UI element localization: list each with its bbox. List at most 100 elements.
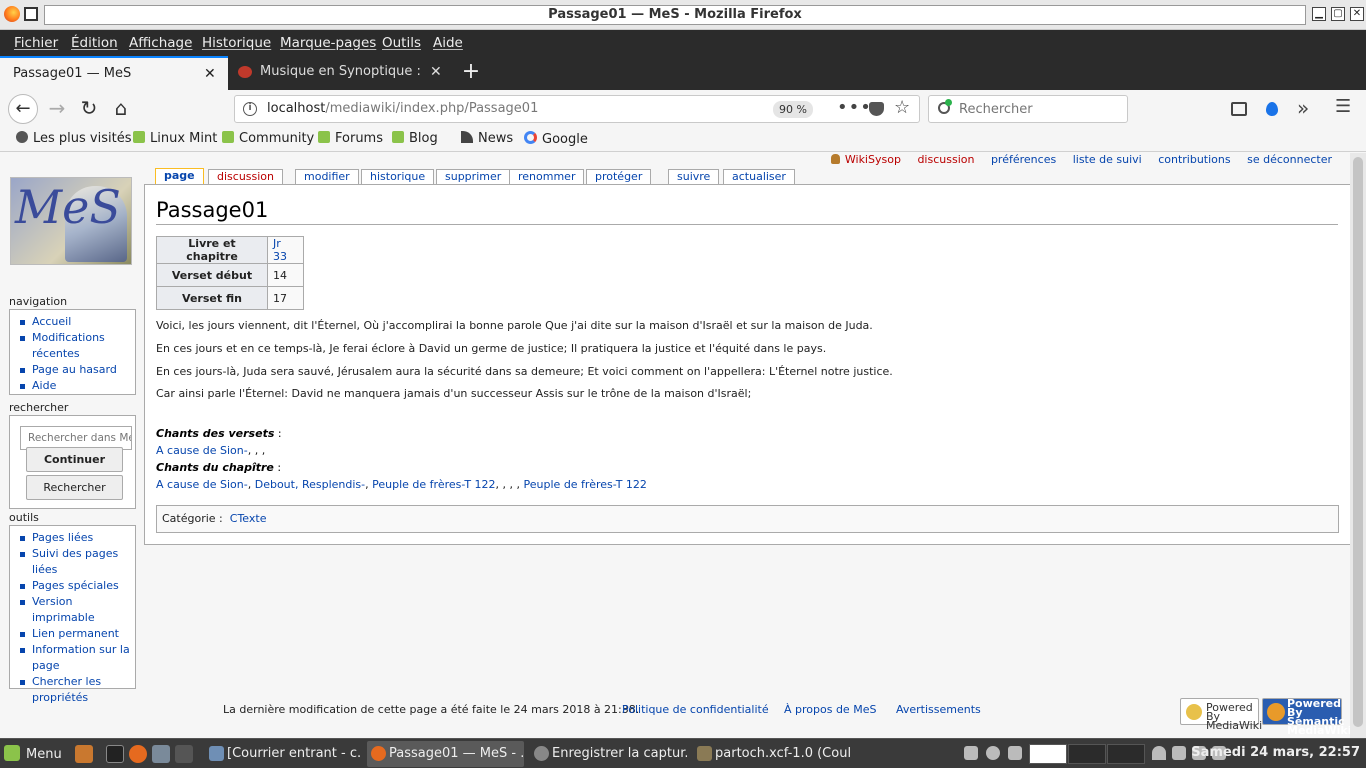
overflow-icon[interactable]: » bbox=[1297, 96, 1309, 120]
wifi-icon[interactable] bbox=[1152, 746, 1166, 760]
bookmark-news[interactable]: News bbox=[461, 131, 513, 146]
close-tab-icon[interactable]: ✕ bbox=[204, 66, 216, 82]
menu-fichier[interactable]: Fichier bbox=[14, 35, 58, 51]
firefox-icon[interactable] bbox=[4, 6, 20, 22]
workspace-2[interactable] bbox=[1068, 744, 1106, 764]
extension-drop-icon[interactable] bbox=[1266, 102, 1278, 116]
bookmark-star-icon[interactable]: ☆ bbox=[894, 97, 910, 118]
task-firefox[interactable]: Passage01 — MeS - ... bbox=[367, 741, 524, 767]
firefox-launcher-icon[interactable] bbox=[129, 745, 147, 763]
nav-modifications[interactable]: Modifications bbox=[18, 330, 131, 346]
tool-pages-liees[interactable]: Pages liées bbox=[18, 530, 131, 546]
rechercher-button[interactable]: Rechercher bbox=[26, 475, 123, 500]
disclaimer-link[interactable]: Avertissements bbox=[896, 703, 981, 716]
tab-supprimer[interactable]: supprimer bbox=[436, 169, 511, 185]
scrollbar-thumb[interactable] bbox=[1353, 157, 1363, 727]
menu-affichage[interactable]: Affichage bbox=[129, 35, 192, 51]
volume-icon[interactable] bbox=[1172, 746, 1186, 760]
files-launcher-icon[interactable] bbox=[75, 745, 93, 763]
chant-link[interactable]: A cause de Sion- bbox=[156, 478, 248, 491]
nav-page-hasard[interactable]: Page au hasard bbox=[18, 362, 131, 378]
tab-musique[interactable]: Musique en Synoptique : une ✕ bbox=[230, 56, 452, 90]
forward-button[interactable]: → bbox=[42, 94, 72, 124]
user-discussion-link[interactable]: discussion bbox=[917, 153, 974, 166]
hamburger-menu-icon[interactable]: ☰ bbox=[1335, 96, 1351, 117]
sidebar-toggle-icon[interactable] bbox=[1231, 102, 1247, 116]
bookmark-forums[interactable]: Forums bbox=[318, 131, 383, 146]
tab-discussion[interactable]: discussion bbox=[208, 169, 284, 185]
clock[interactable]: Samedi 24 mars, 22:57 bbox=[1191, 745, 1360, 760]
tool-information[interactable]: Information sur la bbox=[18, 642, 131, 658]
close-tab-icon[interactable]: ✕ bbox=[430, 64, 442, 80]
menu-aide[interactable]: Aide bbox=[433, 35, 463, 51]
task-courrier[interactable]: [Courrier entrant - c... bbox=[205, 741, 362, 767]
tab-proteger[interactable]: protéger bbox=[586, 169, 652, 185]
zoom-indicator[interactable]: 90 % bbox=[773, 101, 813, 118]
tray-update-icon[interactable] bbox=[986, 746, 1000, 760]
tab-suivre[interactable]: suivre bbox=[668, 169, 720, 185]
minimize-icon[interactable]: ▁ bbox=[1312, 7, 1326, 21]
chant-link[interactable]: Peuple de frères-T 122 bbox=[524, 478, 647, 491]
task-gimp[interactable]: partoch.xcf-1.0 (Coul... bbox=[693, 741, 850, 767]
preferences-link[interactable]: préférences bbox=[991, 153, 1056, 166]
search-input[interactable] bbox=[959, 100, 1119, 118]
powered-by-smw-badge[interactable]: Powered By Semantic MediaWiki bbox=[1262, 698, 1351, 736]
window-menu-icon[interactable] bbox=[24, 7, 38, 21]
bookmark-blog[interactable]: Blog bbox=[392, 131, 438, 146]
nav-aide[interactable]: Aide bbox=[18, 378, 131, 394]
url-text[interactable]: localhost/mediawiki/index.php/Passage01 bbox=[267, 101, 538, 116]
start-menu-button[interactable]: Menu bbox=[4, 745, 62, 762]
tab-page[interactable]: page bbox=[155, 168, 204, 185]
tab-renommer[interactable]: renommer bbox=[509, 169, 585, 185]
tray-trash-icon[interactable] bbox=[1008, 746, 1022, 760]
category-label[interactable]: Catégorie : bbox=[162, 512, 223, 525]
powered-by-mediawiki-badge[interactable]: Powered By MediaWiki bbox=[1180, 698, 1262, 731]
menu-historique[interactable]: Historique bbox=[202, 35, 271, 51]
bookmark-most-visited[interactable]: Les plus visités bbox=[16, 131, 131, 146]
tab-historique[interactable]: historique bbox=[361, 169, 435, 185]
menu-edition[interactable]: Édition bbox=[71, 35, 118, 51]
nav-accueil[interactable]: Accueil bbox=[18, 314, 131, 330]
privacy-link[interactable]: Politique de confidentialité bbox=[622, 703, 769, 716]
continuer-button[interactable]: Continuer bbox=[26, 447, 123, 472]
tool-information-cont[interactable]: page bbox=[18, 658, 131, 674]
screenshot-launcher-icon[interactable] bbox=[152, 745, 170, 763]
menu-marque-pages[interactable]: Marque-pages bbox=[280, 35, 376, 51]
chant-link[interactable]: A cause de Sion- bbox=[156, 444, 248, 457]
tab-modifier[interactable]: modifier bbox=[295, 169, 359, 185]
task-screenshot[interactable]: Enregistrer la captur... bbox=[530, 741, 687, 767]
chant-link[interactable]: Peuple de frères-T 122 bbox=[372, 478, 495, 491]
bookmark-community[interactable]: Community bbox=[222, 131, 314, 146]
tab-passage01[interactable]: Passage01 — MeS ✕ bbox=[0, 56, 228, 90]
tool-suivi[interactable]: Suivi des pages bbox=[18, 546, 131, 562]
maximize-icon[interactable]: ▢ bbox=[1331, 7, 1345, 21]
bookmark-google[interactable]: Google bbox=[524, 131, 588, 147]
back-button[interactable]: ← bbox=[8, 94, 38, 124]
home-button[interactable]: ⌂ bbox=[106, 94, 136, 124]
tool-lien-permanent[interactable]: Lien permanent bbox=[18, 626, 131, 642]
show-desktop-icon[interactable] bbox=[175, 745, 193, 763]
chant-link[interactable]: Debout, Resplendis- bbox=[255, 478, 365, 491]
page-actions-icon[interactable]: ••• bbox=[837, 97, 872, 118]
menu-outils[interactable]: Outils bbox=[382, 35, 421, 51]
tray-app-icon[interactable] bbox=[964, 746, 978, 760]
category-link[interactable]: CTexte bbox=[230, 512, 267, 525]
watchlist-link[interactable]: liste de suivi bbox=[1073, 153, 1142, 166]
workspace-3[interactable] bbox=[1107, 744, 1145, 764]
user-link[interactable]: WikiSysop bbox=[831, 153, 901, 166]
tool-suivi-cont[interactable]: liées bbox=[18, 562, 131, 578]
contributions-link[interactable]: contributions bbox=[1158, 153, 1230, 166]
pocket-icon[interactable] bbox=[869, 102, 884, 116]
nav-modifications-cont[interactable]: récentes bbox=[18, 346, 131, 362]
about-link[interactable]: À propos de MeS bbox=[784, 703, 876, 716]
terminal-launcher-icon[interactable] bbox=[106, 745, 124, 763]
tool-version-imprimable[interactable]: Version imprimable bbox=[18, 594, 131, 626]
logout-link[interactable]: se déconnecter bbox=[1247, 153, 1332, 166]
site-info-icon[interactable]: i bbox=[243, 102, 257, 116]
workspace-1[interactable] bbox=[1029, 744, 1067, 764]
tool-chercher-proprietes[interactable]: Chercher les bbox=[18, 674, 131, 690]
url-bar[interactable]: i localhost/mediawiki/index.php/Passage0… bbox=[234, 95, 920, 123]
reload-button[interactable]: ↻ bbox=[74, 94, 104, 124]
search-bar[interactable] bbox=[928, 95, 1128, 123]
close-window-icon[interactable]: ✕ bbox=[1350, 7, 1364, 21]
